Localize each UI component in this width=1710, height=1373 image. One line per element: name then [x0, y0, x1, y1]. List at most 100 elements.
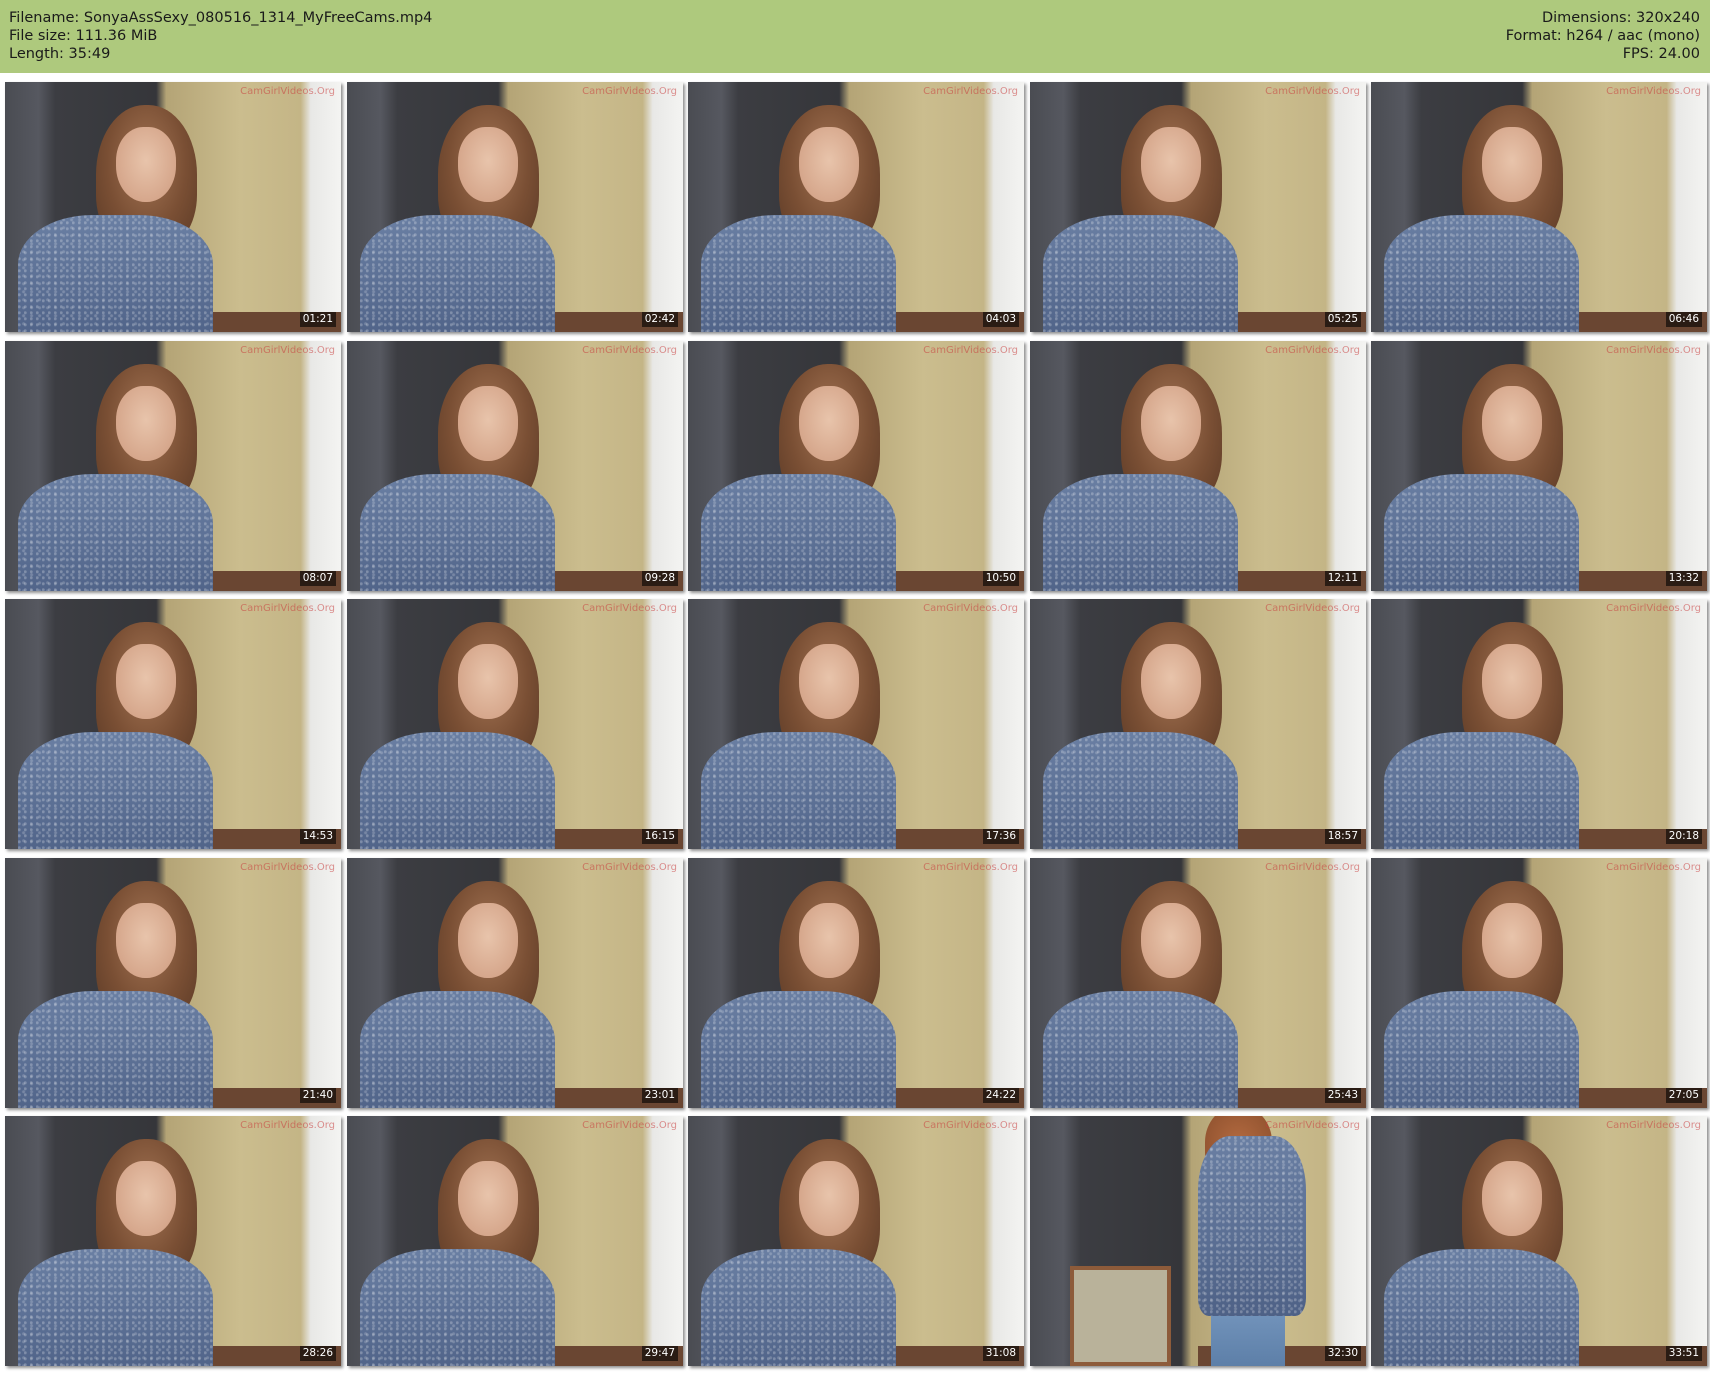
thumbnail-person-face [798, 1161, 860, 1236]
watermark-text: CamGirlVideos.Org [1265, 86, 1360, 97]
video-thumbnail[interactable]: CamGirlVideos.Org 25:43 [1030, 858, 1366, 1108]
thumbnail-person-shirt [18, 214, 214, 332]
video-thumbnail[interactable]: CamGirlVideos.Org 12:11 [1030, 341, 1366, 591]
watermark-text: CamGirlVideos.Org [582, 1120, 677, 1131]
watermark-text: CamGirlVideos.Org [1265, 1120, 1360, 1131]
watermark-text: CamGirlVideos.Org [923, 603, 1018, 614]
thumbnail-person-shirt [1043, 990, 1239, 1108]
thumbnail-person-face [115, 1161, 177, 1236]
video-thumbnail[interactable]: CamGirlVideos.Org 08:07 [5, 341, 341, 591]
watermark-text: CamGirlVideos.Org [240, 345, 335, 356]
video-thumbnail[interactable]: CamGirlVideos.Org 27:05 [1371, 858, 1707, 1108]
timestamp-label: 20:18 [1665, 829, 1702, 844]
video-thumbnail[interactable]: CamGirlVideos.Org 17:36 [688, 599, 1024, 849]
watermark-text: CamGirlVideos.Org [1606, 86, 1701, 97]
watermark-text: CamGirlVideos.Org [582, 603, 677, 614]
watermark-text: CamGirlVideos.Org [1606, 862, 1701, 873]
watermark-text: CamGirlVideos.Org [923, 86, 1018, 97]
thumbnail-person-shirt [1384, 990, 1580, 1108]
timestamp-label: 14:53 [299, 829, 336, 844]
watermark-text: CamGirlVideos.Org [1265, 345, 1360, 356]
thumbnail-person-shirt [1384, 731, 1580, 849]
thumbnail-person-shirt [701, 731, 897, 849]
timestamp-label: 33:51 [1665, 1346, 1702, 1361]
video-thumbnail[interactable]: CamGirlVideos.Org 21:40 [5, 858, 341, 1108]
thumbnail-person-face [457, 386, 519, 461]
timestamp-label: 27:05 [1665, 1088, 1702, 1103]
video-thumbnail[interactable]: CamGirlVideos.Org 01:21 [5, 82, 341, 332]
video-thumbnail[interactable]: CamGirlVideos.Org 23:01 [347, 858, 683, 1108]
timestamp-label: 29:47 [641, 1346, 678, 1361]
timestamp-label: 28:26 [299, 1346, 336, 1361]
video-thumbnail[interactable]: CamGirlVideos.Org 09:28 [347, 341, 683, 591]
timestamp-label: 06:46 [1665, 312, 1702, 327]
video-thumbnail[interactable]: CamGirlVideos.Org 02:42 [347, 82, 683, 332]
media-info: Dimensions: 320x240 Format: h264 / aac (… [1506, 9, 1700, 63]
thumbnail-person-shirt [18, 473, 214, 591]
video-thumbnail[interactable]: CamGirlVideos.Org 29:47 [347, 1116, 683, 1366]
thumbnail-person-shirt [18, 1248, 214, 1366]
thumbnail-grid: CamGirlVideos.Org 01:21 CamGirlVideos.Org 0… [5, 82, 1707, 1368]
video-thumbnail[interactable]: CamGirlVideos.Org 31:08 [688, 1116, 1024, 1366]
video-thumbnail[interactable]: CamGirlVideos.Org 20:18 [1371, 599, 1707, 849]
length-text: Length: 35:49 [9, 46, 111, 62]
timestamp-label: 05:25 [1324, 312, 1361, 327]
thumbnail-person-face [1140, 127, 1202, 202]
thumbnail-person-face [1140, 386, 1202, 461]
timestamp-label: 31:08 [982, 1346, 1019, 1361]
timestamp-label: 17:36 [982, 829, 1019, 844]
thumbnail-person-face [457, 903, 519, 978]
thumbnail-person-shirt [701, 473, 897, 591]
video-thumbnail[interactable]: CamGirlVideos.Org 04:03 [688, 82, 1024, 332]
timestamp-label: 21:40 [299, 1088, 336, 1103]
timestamp-label: 25:43 [1324, 1088, 1361, 1103]
video-thumbnail[interactable]: CamGirlVideos.Org 05:25 [1030, 82, 1366, 332]
thumbnail-person-face [115, 644, 177, 719]
timestamp-label: 23:01 [641, 1088, 678, 1103]
timestamp-label: 09:28 [641, 571, 678, 586]
thumbnail-person-shirt [1198, 1136, 1306, 1316]
watermark-text: CamGirlVideos.Org [582, 862, 677, 873]
video-thumbnail[interactable]: CamGirlVideos.Org 14:53 [5, 599, 341, 849]
timestamp-label: 18:57 [1324, 829, 1361, 844]
thumbnail-person-shirt [360, 473, 556, 591]
timestamp-label: 10:50 [982, 571, 1019, 586]
timestamp-label: 02:42 [641, 312, 678, 327]
video-thumbnail[interactable]: CamGirlVideos.Org 16:15 [347, 599, 683, 849]
thumbnail-person-face [1481, 127, 1543, 202]
thumbnail-person-face [1140, 903, 1202, 978]
thumbnail-person-face [115, 127, 177, 202]
fps-text: FPS: 24.00 [1622, 46, 1700, 62]
video-thumbnail[interactable]: CamGirlVideos.Org 18:57 [1030, 599, 1366, 849]
watermark-text: CamGirlVideos.Org [240, 1120, 335, 1131]
thumbnail-person-shirt [1384, 1248, 1580, 1366]
video-thumbnail[interactable]: CamGirlVideos.Org 32:30 [1030, 1116, 1366, 1366]
thumbnail-chair [1070, 1266, 1172, 1366]
thumbnail-person-shirt [360, 1248, 556, 1366]
video-thumbnail[interactable]: CamGirlVideos.Org 28:26 [5, 1116, 341, 1366]
watermark-text: CamGirlVideos.Org [582, 86, 677, 97]
watermark-text: CamGirlVideos.Org [240, 603, 335, 614]
thumbnail-person-shirt [18, 731, 214, 849]
thumbnail-person-face [457, 1161, 519, 1236]
video-thumbnail[interactable]: CamGirlVideos.Org 10:50 [688, 341, 1024, 591]
video-thumbnail[interactable]: CamGirlVideos.Org 24:22 [688, 858, 1024, 1108]
filename-text: Filename: SonyaAssSexy_080516_1314_MyFre… [9, 10, 433, 26]
thumbnail-person-shirt [1043, 731, 1239, 849]
file-info: Filename: SonyaAssSexy_080516_1314_MyFre… [9, 9, 432, 63]
thumbnail-person-shirt [701, 990, 897, 1108]
timestamp-label: 24:22 [982, 1088, 1019, 1103]
thumbnail-person-face [798, 903, 860, 978]
video-thumbnail[interactable]: CamGirlVideos.Org 33:51 [1371, 1116, 1707, 1366]
video-thumbnail[interactable]: CamGirlVideos.Org 06:46 [1371, 82, 1707, 332]
thumbnail-person-face [1481, 644, 1543, 719]
watermark-text: CamGirlVideos.Org [923, 345, 1018, 356]
thumbnail-person-shirt [1043, 473, 1239, 591]
timestamp-label: 12:11 [1324, 571, 1361, 586]
thumbnail-person-shirt [1384, 214, 1580, 332]
thumbnail-person-shirt [360, 214, 556, 332]
format-text: Format: h264 / aac (mono) [1505, 28, 1700, 44]
thumbnail-person-face [457, 127, 519, 202]
thumbnail-person-face [115, 386, 177, 461]
video-thumbnail[interactable]: CamGirlVideos.Org 13:32 [1371, 341, 1707, 591]
